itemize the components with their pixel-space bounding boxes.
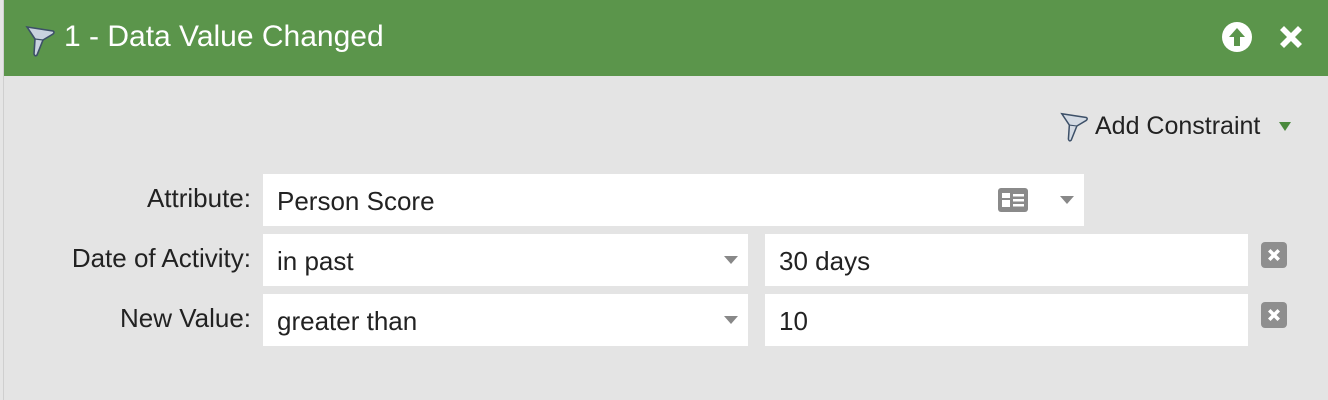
add-constraint-label: Add Constraint (1095, 111, 1261, 140)
remove-icon[interactable] (1260, 301, 1288, 329)
filter-icon (25, 25, 55, 57)
attribute-label: Attribute: (146, 183, 251, 213)
date-operator-value: in past (277, 246, 354, 276)
filter-icon (1060, 112, 1088, 142)
dropdown-caret-icon[interactable] (1278, 120, 1292, 132)
chevron-down-icon[interactable] (1059, 195, 1075, 205)
attribute-select[interactable]: Person Score (263, 174, 1084, 226)
new-value-operator-value: greater than (277, 306, 418, 336)
add-constraint-button[interactable]: Add Constraint (1059, 108, 1292, 144)
new-value-input[interactable]: 10 (765, 294, 1248, 346)
chevron-down-icon[interactable] (723, 255, 739, 265)
date-operator-select[interactable]: in past (263, 234, 748, 286)
filter-panel: 1 - Data Value Changed Add Constraint At… (3, 0, 1328, 400)
date-of-activity-label: Date of Activity: (71, 243, 251, 273)
contact-card-icon[interactable] (997, 187, 1029, 213)
attribute-value: Person Score (277, 186, 435, 216)
date-value-input[interactable]: 30 days (765, 234, 1248, 286)
new-value-text: 10 (779, 306, 808, 336)
new-value-operator-select[interactable]: greater than (263, 294, 748, 346)
close-icon[interactable] (1275, 21, 1307, 53)
move-up-icon[interactable] (1221, 21, 1253, 53)
new-value-label: New Value: (119, 303, 251, 333)
filter-header: 1 - Data Value Changed (4, 0, 1328, 76)
filter-title: 1 - Data Value Changed (64, 20, 384, 53)
date-value-text: 30 days (779, 246, 871, 276)
remove-icon[interactable] (1260, 241, 1288, 269)
chevron-down-icon[interactable] (723, 315, 739, 325)
